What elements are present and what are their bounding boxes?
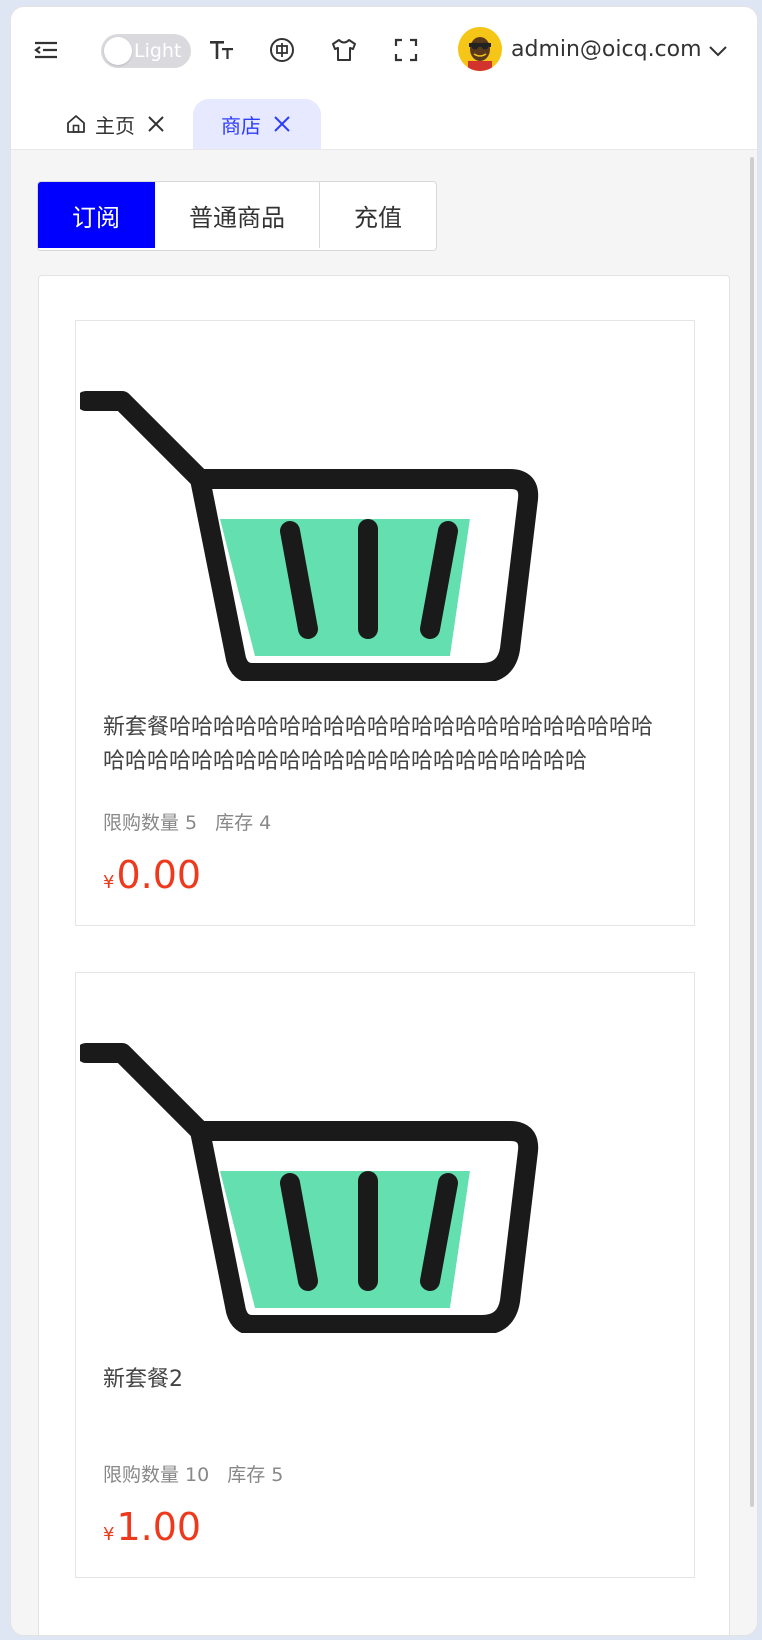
- theme-toggle[interactable]: Light: [101, 34, 191, 68]
- currency-symbol: ¥: [103, 872, 115, 893]
- product-meta: 限购数量 5 库存 4: [103, 808, 271, 835]
- currency-symbol: ¥: [103, 1524, 115, 1545]
- theme-skin-icon[interactable]: [329, 35, 359, 65]
- purchase-limit: 限购数量 10: [103, 1464, 210, 1486]
- scrollbar[interactable]: [750, 157, 754, 1507]
- category-segmented-control: 订阅 普通商品 充值: [37, 181, 437, 251]
- home-icon: [65, 113, 87, 135]
- avatar[interactable]: [458, 27, 502, 71]
- tab-label: 商店: [221, 113, 261, 138]
- product-price: ¥0.00: [103, 853, 201, 897]
- segment-subscription[interactable]: 订阅: [38, 182, 155, 248]
- segment-recharge[interactable]: 充值: [320, 182, 436, 248]
- product-list-panel: 新套餐哈哈哈哈哈哈哈哈哈哈哈哈哈哈哈哈哈哈哈哈哈哈哈哈哈哈哈哈哈哈哈哈哈哈哈哈哈…: [38, 275, 730, 1635]
- close-icon[interactable]: [273, 115, 291, 133]
- tab-bar: 主页 商店: [11, 93, 757, 150]
- fullscreen-icon[interactable]: [391, 35, 421, 65]
- language-icon[interactable]: [267, 35, 297, 65]
- tab-shop[interactable]: 商店: [193, 99, 321, 149]
- segment-general-goods[interactable]: 普通商品: [155, 182, 320, 248]
- product-card[interactable]: 新套餐2 限购数量 10 库存 5 ¥1.00: [75, 972, 695, 1578]
- shopping-basket-icon: [76, 381, 550, 683]
- shopping-basket-icon: [76, 1033, 550, 1335]
- user-email[interactable]: admin@oicq.com: [511, 37, 702, 62]
- theme-toggle-label: Light: [134, 40, 182, 62]
- price-amount: 1.00: [116, 1505, 202, 1549]
- product-price: ¥1.00: [103, 1505, 201, 1549]
- stock-count: 库存 5: [227, 1464, 284, 1486]
- product-card[interactable]: 新套餐哈哈哈哈哈哈哈哈哈哈哈哈哈哈哈哈哈哈哈哈哈哈哈哈哈哈哈哈哈哈哈哈哈哈哈哈哈…: [75, 320, 695, 926]
- menu-collapse-icon[interactable]: [31, 35, 61, 65]
- stock-count: 库存 4: [215, 812, 272, 834]
- product-title: 新套餐2: [103, 1367, 183, 1392]
- purchase-limit: 限购数量 5: [103, 812, 198, 834]
- toggle-knob: [104, 37, 132, 65]
- top-header: Light admin@oicq.com: [11, 7, 757, 94]
- chevron-down-icon[interactable]: [707, 40, 729, 62]
- tab-label: 主页: [95, 113, 135, 138]
- font-size-icon[interactable]: [207, 35, 237, 65]
- product-meta: 限购数量 10 库存 5: [103, 1460, 283, 1487]
- price-amount: 0.00: [116, 853, 202, 897]
- close-icon[interactable]: [147, 115, 165, 133]
- app-window: Light admin@oicq.com 主页 商店 订阅 普通商品 充值 新套…: [10, 6, 758, 1636]
- product-title: 新套餐哈哈哈哈哈哈哈哈哈哈哈哈哈哈哈哈哈哈哈哈哈哈哈哈哈哈哈哈哈哈哈哈哈哈哈哈哈…: [103, 715, 654, 774]
- tab-home[interactable]: 主页: [51, 99, 179, 149]
